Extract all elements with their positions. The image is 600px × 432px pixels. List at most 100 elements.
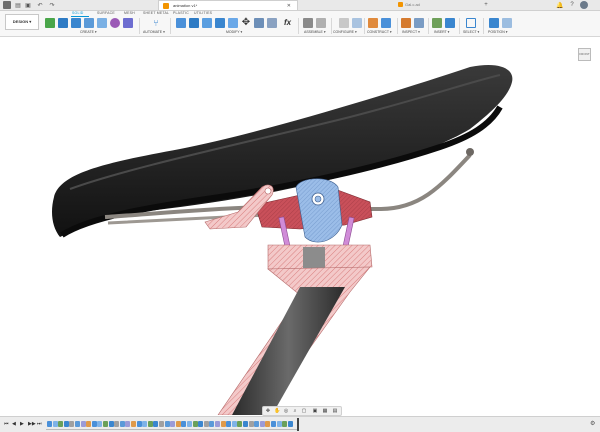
timeline-feature-icon[interactable] <box>114 421 120 427</box>
timeline-feature-icon[interactable] <box>147 421 153 427</box>
measure-icon[interactable] <box>401 18 411 28</box>
timeline-feature-icon[interactable] <box>181 421 187 427</box>
save-icon[interactable]: ▣ <box>24 1 32 9</box>
viewports-icon[interactable]: ▤ <box>332 408 338 414</box>
timeline-feature-icon[interactable] <box>192 421 198 427</box>
close-tab-icon[interactable]: ✕ <box>287 1 291 11</box>
timeline-prev-button[interactable]: ◀ <box>12 421 16 427</box>
timeline-feature-icon[interactable] <box>52 421 58 427</box>
revert-position-icon[interactable] <box>502 18 512 28</box>
timeline-marker[interactable] <box>297 418 299 431</box>
shell-icon[interactable] <box>215 18 225 28</box>
tab-utilities[interactable]: UTILITIES <box>194 11 212 15</box>
file-menu-icon[interactable]: ▤ <box>14 1 22 9</box>
new-component-assemble-icon[interactable] <box>303 18 313 28</box>
user-avatar-icon[interactable] <box>580 1 588 9</box>
tab-sheet-metal[interactable]: SHEET METAL <box>143 11 169 15</box>
timeline-feature-icon[interactable] <box>58 421 64 427</box>
timeline-feature-icon[interactable] <box>203 421 209 427</box>
physical-material-icon[interactable] <box>267 18 277 28</box>
display-settings-icon[interactable]: ▣ <box>312 408 318 414</box>
extrude-icon[interactable] <box>71 18 81 28</box>
create-sketch-icon[interactable] <box>58 18 68 28</box>
pan-icon[interactable]: ✋ <box>274 408 280 414</box>
timeline-feature-icon[interactable] <box>63 421 69 427</box>
zoom-icon[interactable]: ⌕ <box>292 408 298 414</box>
timeline-feature-icon[interactable] <box>287 421 293 427</box>
timeline-feature-icon[interactable] <box>248 421 254 427</box>
offset-plane-icon[interactable] <box>368 18 378 28</box>
timeline-feature-icon[interactable] <box>259 421 265 427</box>
add-tab-icon[interactable]: + <box>482 1 490 9</box>
design-workspace-dropdown[interactable]: DESIGN ▾ <box>5 14 39 30</box>
timeline-feature-icon[interactable] <box>103 421 108 427</box>
viewcube[interactable]: FRONT <box>578 48 591 61</box>
timeline-feature-icon[interactable] <box>276 421 282 427</box>
timeline-feature-icon[interactable] <box>80 421 86 427</box>
inspect-menu[interactable]: INSPECT ▾ <box>402 30 420 34</box>
timeline-feature-icon[interactable] <box>91 421 97 427</box>
timeline-feature-icon[interactable] <box>243 421 248 427</box>
look-at-icon[interactable]: ◎ <box>283 408 289 414</box>
timeline-start-button[interactable]: ⏮ <box>4 421 9 427</box>
fit-icon[interactable]: ▢ <box>301 408 307 414</box>
timeline-feature-icon[interactable] <box>254 421 260 427</box>
timeline-feature-icon[interactable] <box>164 421 170 427</box>
timeline-feature-icon[interactable] <box>108 421 114 427</box>
timeline-end-button[interactable]: ⏭ <box>37 421 42 427</box>
timeline-feature-icon[interactable] <box>187 421 192 427</box>
joint-icon[interactable] <box>316 18 326 28</box>
apps-grid-icon[interactable] <box>3 1 11 9</box>
timeline-feature-icon[interactable] <box>86 421 92 427</box>
3d-viewport[interactable] <box>0 37 600 416</box>
timeline-feature-icon[interactable] <box>170 421 176 427</box>
timeline-feature-icon[interactable] <box>215 421 220 427</box>
insert-image-icon[interactable] <box>445 18 455 28</box>
automate-icon[interactable]: ⑂ <box>151 18 161 28</box>
document-tab-active[interactable]: animation v1* ✕ <box>158 0 298 10</box>
assemble-menu[interactable]: ASSEMBLE ▾ <box>304 30 326 34</box>
select-icon[interactable] <box>466 18 476 28</box>
new-component-icon[interactable] <box>45 18 55 28</box>
timeline-settings-icon[interactable]: ⚙ <box>590 420 595 427</box>
timeline-feature-icon[interactable] <box>265 421 271 427</box>
timeline-feature-icon[interactable] <box>131 421 136 427</box>
chamfer-icon[interactable] <box>202 18 212 28</box>
axis-icon[interactable] <box>381 18 391 28</box>
create-menu[interactable]: CREATE ▾ <box>80 30 97 34</box>
capture-position-icon[interactable] <box>489 18 499 28</box>
timeline-feature-icon[interactable] <box>226 421 232 427</box>
insert-menu[interactable]: INSERT ▾ <box>434 30 449 34</box>
configure-table-icon[interactable] <box>352 18 362 28</box>
redo-icon[interactable]: ↷ <box>48 1 56 9</box>
undo-icon[interactable]: ↶ <box>36 1 44 9</box>
pattern-icon[interactable] <box>123 18 133 28</box>
timeline-feature-icon[interactable] <box>198 421 204 427</box>
configure-icon[interactable] <box>339 18 349 28</box>
align-icon[interactable] <box>254 18 264 28</box>
automate-menu[interactable]: AUTOMATE ▾ <box>143 30 165 34</box>
change-parameters-icon[interactable]: fx <box>284 18 294 28</box>
select-menu[interactable]: SELECT ▾ <box>463 30 479 34</box>
move-icon[interactable]: ✥ <box>241 18 251 28</box>
hole-icon[interactable] <box>97 18 107 28</box>
timeline-play-button[interactable]: ▶ <box>20 421 24 427</box>
timeline-feature-icon[interactable] <box>69 421 75 427</box>
timeline-feature-icon[interactable] <box>153 421 159 427</box>
timeline-feature-icon[interactable] <box>271 421 276 427</box>
timeline-next-button[interactable]: ▶▶ <box>28 421 36 427</box>
grid-settings-icon[interactable]: ▦ <box>322 408 328 414</box>
tab-plastic[interactable]: PLASTIC <box>173 11 189 15</box>
fillet-icon[interactable] <box>189 18 199 28</box>
timeline-feature-icon[interactable] <box>282 421 288 427</box>
timeline-feature-icon[interactable] <box>159 421 164 427</box>
timeline-feature-icon[interactable] <box>237 421 243 427</box>
interference-icon[interactable] <box>414 18 424 28</box>
sphere-icon[interactable] <box>110 18 120 28</box>
press-pull-icon[interactable] <box>176 18 186 28</box>
notifications-icon[interactable]: 🔔 <box>556 1 564 9</box>
timeline-feature-icon[interactable] <box>47 421 52 427</box>
combine-icon[interactable] <box>228 18 238 28</box>
construct-menu[interactable]: CONSTRUCT ▾ <box>367 30 392 34</box>
configure-menu[interactable]: CONFIGURE ▾ <box>333 30 357 34</box>
